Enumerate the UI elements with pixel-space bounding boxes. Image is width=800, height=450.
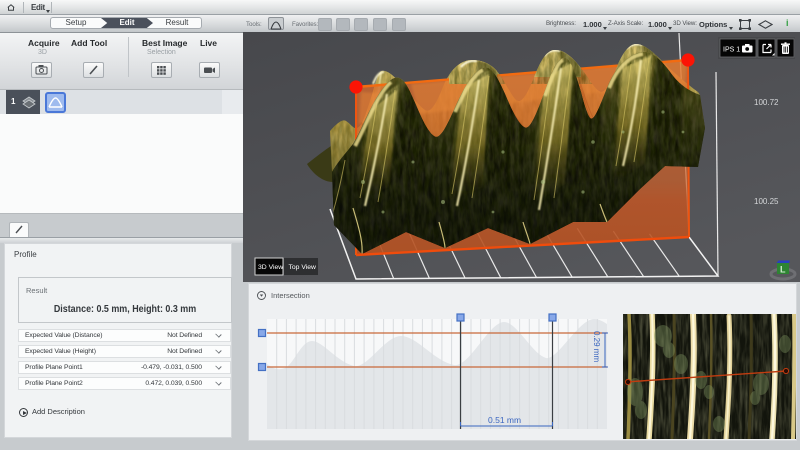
svg-text:Top View: Top View (289, 264, 317, 271)
svg-text:100.72: 100.72 (754, 98, 779, 107)
svg-text:3D View: 3D View (258, 264, 283, 271)
svg-text:0.51 mm: 0.51 mm (488, 415, 521, 425)
svg-text:IPS 1: IPS 1 (723, 47, 740, 54)
svg-text:L: L (780, 265, 786, 275)
svg-text:0.29 mm: 0.29 mm (592, 331, 601, 362)
svg-text:100.25: 100.25 (754, 197, 779, 206)
